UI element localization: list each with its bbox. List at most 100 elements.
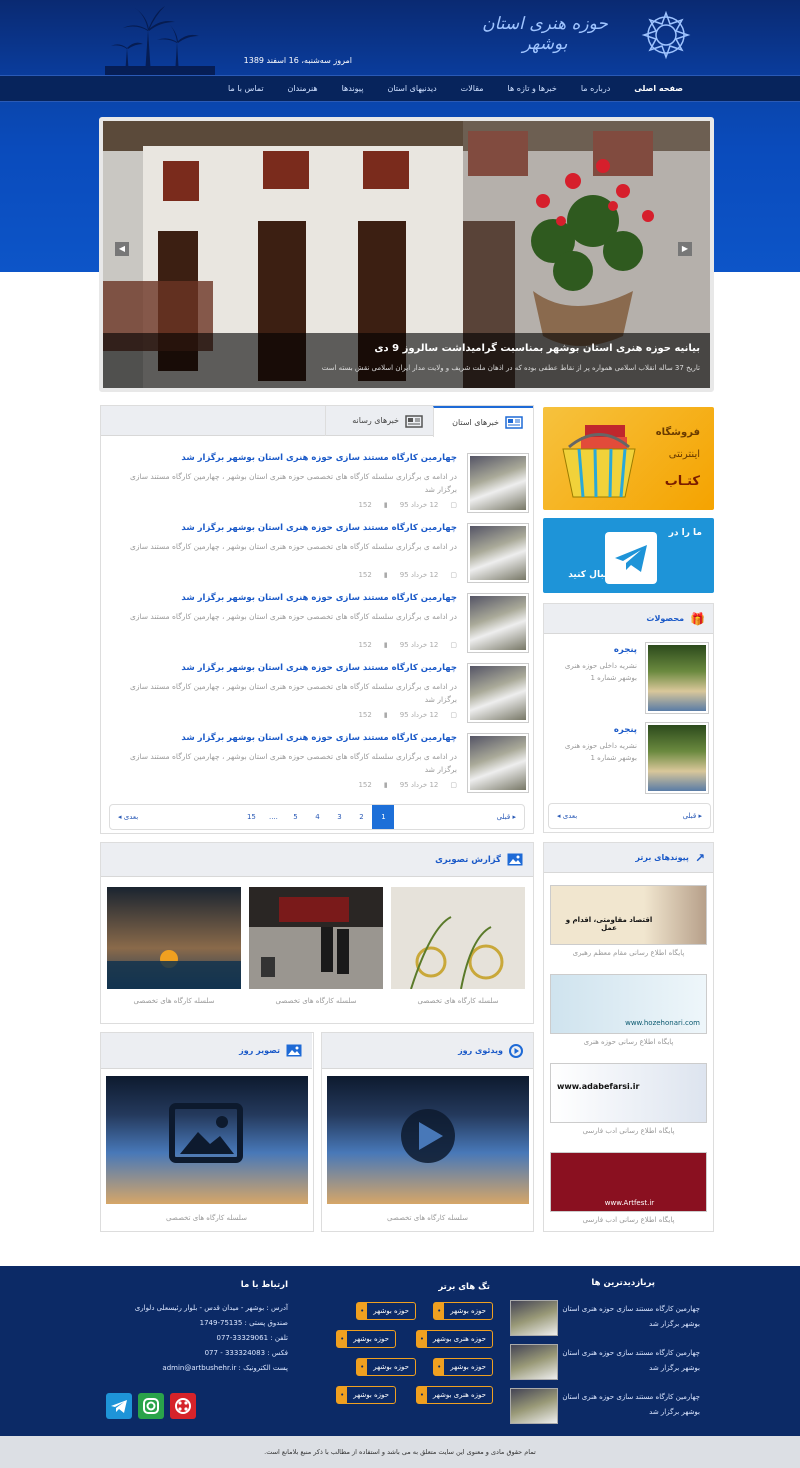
pager-page[interactable]: 15 xyxy=(240,805,262,829)
gallery-item[interactable]: سلسله کارگاه های تخصصی xyxy=(107,887,241,1014)
nav-item-about[interactable]: درباره ما xyxy=(569,76,622,102)
book-store-ad[interactable]: فروشگاه اینترنتی کتـاب xyxy=(543,407,714,510)
nav-item-links[interactable]: پیوندها xyxy=(330,76,376,102)
news-title[interactable]: چهارمین کارگاه مستند سازی حوزه هنری استا… xyxy=(181,733,457,743)
product-item[interactable]: پنجره نشریه داخلی حوزه هنری بوشهر شماره … xyxy=(546,722,709,802)
news-thumbnail[interactable] xyxy=(467,523,529,583)
pager-prev-button[interactable]: ▸ قبلی xyxy=(497,813,516,821)
gallery-caption: سلسله کارگاه های تخصصی xyxy=(133,997,215,1005)
popular-thumbnail[interactable] xyxy=(510,1300,558,1336)
nav-item-artists[interactable]: هنرمندان xyxy=(276,76,330,102)
tag-label: حوزه هنری بوشهر xyxy=(432,1335,486,1343)
instagram-social-icon[interactable] xyxy=(138,1393,164,1419)
calendar-icon: ▢ xyxy=(450,571,457,579)
popular-item[interactable]: چهارمین کارگاه مستند سازی حوزه هنری استا… xyxy=(510,1344,700,1384)
news-item[interactable]: چهارمین کارگاه مستند سازی حوزه هنری استا… xyxy=(101,453,533,523)
telegram-ad[interactable]: ما را در دنبال کنید xyxy=(543,518,714,593)
link-item[interactable]: www.Artfest.ir پایگاه اطلاع رسانی ادب فا… xyxy=(550,1152,707,1232)
product-title[interactable]: پنجره xyxy=(614,645,637,655)
tab-province-news[interactable]: خبرهای استان xyxy=(433,406,533,437)
popular-thumbnail[interactable] xyxy=(510,1344,558,1380)
news-item[interactable]: چهارمین کارگاه مستند سازی حوزه هنری استا… xyxy=(101,733,533,803)
popular-thumbnail[interactable] xyxy=(510,1388,558,1424)
contact-email[interactable]: پست الکترونیک : admin@artbushehr.ir xyxy=(162,1364,288,1372)
pager-ellipsis: .... xyxy=(268,813,278,821)
link-banner[interactable]: اقتصاد مقاومتی، اقدام و عمل xyxy=(550,885,707,945)
news-title[interactable]: چهارمین کارگاه مستند سازی حوزه هنری استا… xyxy=(181,593,457,603)
pager-page[interactable]: 5 xyxy=(284,805,306,829)
book-ad-line1: فروشگاه xyxy=(655,427,700,438)
gallery-item[interactable]: سلسله کارگاه های تخصصی xyxy=(249,887,383,1014)
gallery-image[interactable] xyxy=(391,887,525,989)
product-subtitle: نشریه داخلی حوزه هنری بوشهر شماره 1 xyxy=(564,742,637,762)
popular-title[interactable]: چهارمین کارگاه مستند سازی حوزه هنری استا… xyxy=(560,1302,700,1332)
gallery-image[interactable] xyxy=(107,887,241,989)
telegram-social-icon[interactable] xyxy=(106,1393,132,1419)
popular-title[interactable]: چهارمین کارگاه مستند سازی حوزه هنری استا… xyxy=(560,1346,700,1376)
news-views: 152 xyxy=(358,641,372,649)
tag-chip[interactable]: حوزه هنری بوشهر • xyxy=(415,1386,493,1404)
news-title[interactable]: چهارمین کارگاه مستند سازی حوزه هنری استا… xyxy=(181,663,457,673)
product-thumbnail[interactable] xyxy=(645,642,709,714)
video-thumbnail[interactable] xyxy=(327,1076,529,1204)
link-item[interactable]: www.adabefarsi.ir پایگاه اطلاع رسانی ادب… xyxy=(550,1063,707,1143)
product-title[interactable]: پنجره xyxy=(614,725,637,735)
link-banner[interactable]: www.adabefarsi.ir xyxy=(550,1063,707,1123)
pager-page[interactable]: 4 xyxy=(306,805,328,829)
tag-chip[interactable]: حوزه بوشهر • xyxy=(433,1358,493,1376)
tag-chip[interactable]: حوزه هنری بوشهر • xyxy=(415,1330,493,1348)
products-prev-button[interactable]: ▸ قبلی xyxy=(683,812,702,820)
image-icon xyxy=(507,853,523,866)
link-banner[interactable]: www.Artfest.ir xyxy=(550,1152,707,1212)
nav-item-news[interactable]: خبرها و تازه ها xyxy=(496,76,569,102)
aparat-social-icon[interactable] xyxy=(170,1393,196,1419)
news-thumbnail[interactable] xyxy=(467,453,529,513)
news-item[interactable]: چهارمین کارگاه مستند سازی حوزه هنری استا… xyxy=(101,663,533,733)
slide-title[interactable]: بیانیه حوزه هنری استان بوشهر بمناسبت گرا… xyxy=(374,343,700,354)
products-pager: ▸ قبلی بعدی ◂ xyxy=(548,803,711,829)
pager-next-button[interactable]: بعدی ◂ xyxy=(118,813,138,821)
products-next-button[interactable]: بعدی ◂ xyxy=(557,812,577,820)
tag-chip[interactable]: حوزه بوشهر • xyxy=(433,1302,493,1320)
popular-item[interactable]: چهارمین کارگاه مستند سازی حوزه هنری استا… xyxy=(510,1388,700,1428)
pager-page-current[interactable]: 1 xyxy=(372,805,395,829)
slider-next-button[interactable]: ▶ xyxy=(678,242,692,256)
tag-chip[interactable]: حوزه بوشهر • xyxy=(336,1330,396,1348)
product-item[interactable]: پنجره نشریه داخلی حوزه هنری بوشهر شماره … xyxy=(546,642,709,722)
image-slider[interactable]: ◀ ▶ بیانیه حوزه هنری استان بوشهر بمناسبت… xyxy=(99,117,714,392)
photo-thumbnail[interactable] xyxy=(106,1076,308,1204)
chevron-right-icon: ▸ xyxy=(512,813,516,821)
news-thumbnail[interactable] xyxy=(467,733,529,793)
slider-prev-button[interactable]: ◀ xyxy=(115,242,129,256)
nav-item-articles[interactable]: مقالات xyxy=(449,76,496,102)
product-thumbnail[interactable] xyxy=(645,722,709,794)
nav-item-sights[interactable]: دیدنیهای استان xyxy=(375,76,448,102)
news-title[interactable]: چهارمین کارگاه مستند سازی حوزه هنری استا… xyxy=(181,453,457,463)
link-item[interactable]: اقتصاد مقاومتی، اقدام و عمل پایگاه اطلاع… xyxy=(550,885,707,965)
tag-chip[interactable]: حوزه بوشهر • xyxy=(356,1302,416,1320)
news-title[interactable]: چهارمین کارگاه مستند سازی حوزه هنری استا… xyxy=(181,523,457,533)
tag-chip[interactable]: حوزه بوشهر • xyxy=(336,1386,396,1404)
pager-page[interactable]: 2 xyxy=(350,805,372,829)
news-thumbnail[interactable] xyxy=(467,663,529,723)
nav-item-home[interactable]: صفحه اصلی xyxy=(622,76,695,102)
popular-title[interactable]: چهارمین کارگاه مستند سازی حوزه هنری استا… xyxy=(560,1390,700,1420)
nav-item-contact[interactable]: تماس با ما xyxy=(216,76,276,102)
link-item[interactable]: www.hozehonari.com پایگاه اطلاع رسانی حو… xyxy=(550,974,707,1054)
top-links-panel: ↗ پیوندهای برتر اقتصاد مقاومتی، اقدام و … xyxy=(543,842,714,1232)
products-header: 🎁 محصولات xyxy=(544,604,713,634)
pager-page[interactable]: 3 xyxy=(328,805,350,829)
news-thumbnail[interactable] xyxy=(467,593,529,653)
tag-chip[interactable]: حوزه بوشهر • xyxy=(356,1358,416,1376)
photo-caption: سلسله کارگاه های تخصصی xyxy=(166,1214,247,1222)
news-item[interactable]: چهارمین کارگاه مستند سازی حوزه هنری استا… xyxy=(101,523,533,593)
link-banner[interactable]: www.hozehonari.com xyxy=(550,974,707,1034)
gallery-item[interactable]: سلسله کارگاه های تخصصی xyxy=(391,887,525,1014)
news-item[interactable]: چهارمین کارگاه مستند سازی حوزه هنری استا… xyxy=(101,593,533,663)
popular-item[interactable]: چهارمین کارگاه مستند سازی حوزه هنری استا… xyxy=(510,1300,700,1340)
site-logo[interactable] xyxy=(626,10,706,60)
gallery-image[interactable] xyxy=(249,887,383,989)
news-summary: در ادامه ی برگزاری سلسله کارگاه های تخصص… xyxy=(129,682,457,704)
tag-dot-icon: • xyxy=(357,1359,368,1375)
tab-media-news[interactable]: خبرهای رسانه xyxy=(325,406,433,436)
